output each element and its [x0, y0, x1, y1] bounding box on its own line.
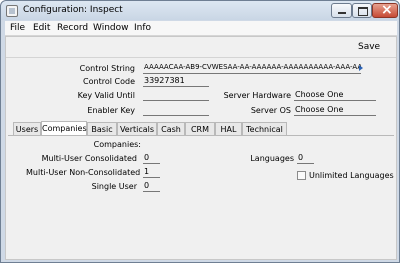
- menu-info[interactable]: Info: [134, 23, 151, 33]
- languages-label: Languages: [250, 154, 294, 163]
- key-valid-until-label: Key Valid Until: [77, 91, 135, 100]
- server-hardware-select[interactable]: Choose One: [294, 90, 376, 101]
- save-button[interactable]: Save: [358, 42, 380, 52]
- multi-user-non-consolidated-field[interactable]: 1: [143, 167, 160, 178]
- tab-technical[interactable]: Technical: [242, 122, 287, 136]
- menu-file[interactable]: File: [10, 23, 25, 33]
- control-string-label: Control String: [79, 64, 135, 73]
- title-bar[interactable]: Configuration: Inspect: [1, 1, 399, 20]
- menu-window[interactable]: Window: [93, 23, 129, 33]
- multi-user-non-consolidated-label: Multi-User Non-Consolidated: [26, 168, 141, 177]
- single-user-field[interactable]: 0: [143, 181, 160, 192]
- multi-user-consolidated-label: Multi-User Consolidated: [41, 154, 137, 163]
- tab-crm[interactable]: CRM: [185, 122, 215, 136]
- control-string-field[interactable]: AAAAACAA-AB9-CVWESAA-AA-AAAAAA-AAAAAAAAA…: [143, 63, 361, 74]
- control-code-label: Control Code: [83, 77, 135, 86]
- tab-users[interactable]: Users: [13, 122, 41, 136]
- server-os-label: Server OS: [250, 106, 291, 115]
- tab-panel-border: [8, 135, 394, 136]
- companies-section-label: Companies:: [93, 140, 141, 149]
- single-user-label: Single User: [91, 182, 137, 191]
- unlimited-languages-checkbox[interactable]: [297, 171, 306, 180]
- tab-cash[interactable]: Cash: [157, 122, 185, 136]
- right-arrow-icon[interactable]: [359, 65, 363, 71]
- window: Configuration: Inspect File Edit Record …: [0, 0, 400, 263]
- tab-basic[interactable]: Basic: [87, 122, 117, 136]
- tab-companies[interactable]: Companies: [41, 121, 87, 136]
- app-window-icon: [6, 5, 18, 17]
- multi-user-consolidated-field[interactable]: 0: [143, 153, 160, 164]
- minimize-icon[interactable]: [331, 3, 352, 18]
- server-hardware-label: Server Hardware: [223, 91, 291, 100]
- unlimited-languages-label: Unlimited Languages: [309, 171, 394, 180]
- languages-field[interactable]: 0: [297, 153, 314, 164]
- tab-verticals[interactable]: Verticals: [117, 122, 157, 136]
- content-area: Save Control String AAAAACAA-AB9-CVWESAA…: [5, 36, 397, 260]
- menu-record[interactable]: Record: [57, 23, 88, 33]
- divider: [6, 57, 396, 58]
- key-valid-until-field[interactable]: [143, 90, 209, 101]
- window-title: Configuration: Inspect: [23, 5, 123, 15]
- close-icon[interactable]: [372, 2, 398, 18]
- maximize-icon[interactable]: [352, 3, 372, 18]
- menu-bar: File Edit Record Window Info: [5, 21, 397, 36]
- control-code-field[interactable]: 33927381: [143, 76, 209, 87]
- menu-edit[interactable]: Edit: [33, 23, 50, 33]
- tab-hal[interactable]: HAL: [215, 122, 242, 136]
- server-os-select[interactable]: Choose One: [294, 105, 376, 116]
- enabler-key-label: Enabler Key: [87, 106, 135, 115]
- enabler-key-field[interactable]: [143, 105, 209, 116]
